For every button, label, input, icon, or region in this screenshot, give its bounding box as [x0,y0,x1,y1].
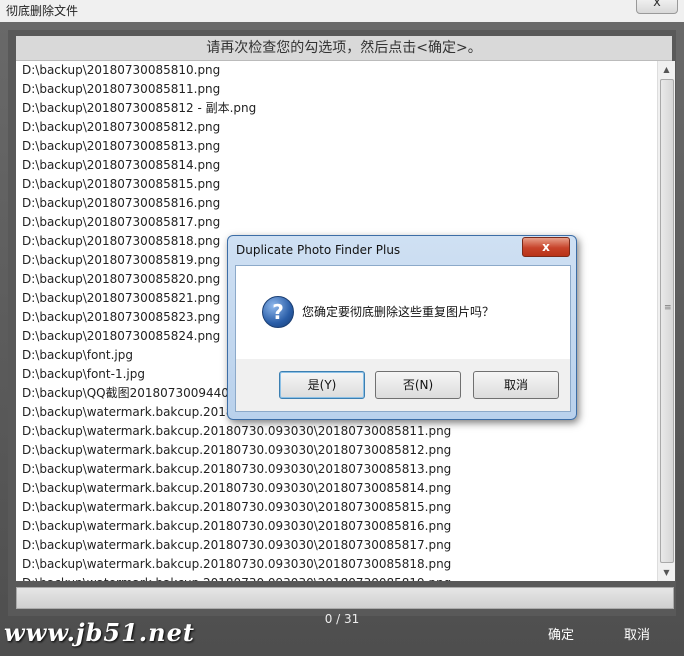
list-item[interactable]: D:\backup\watermark.bakcup.20180730.0930… [16,517,657,536]
instruction-header: 请再次检查您的勾选项，然后点击<确定>。 [16,36,672,61]
list-item[interactable]: D:\backup\20180730085815.png [16,175,657,194]
list-item[interactable]: D:\backup\watermark.bakcup.20180730.0930… [16,479,657,498]
list-item[interactable]: D:\backup\watermark.bakcup.20180730.0930… [16,555,657,574]
title-bar: 彻底删除文件 x [0,0,684,22]
progress-bar [16,587,674,609]
cancel-button[interactable]: 取消 [624,624,650,643]
question-icon: ? [262,296,294,328]
list-item[interactable]: D:\backup\watermark.bakcup.20180730.0930… [16,574,657,581]
scroll-down-icon[interactable]: ▼ [658,564,675,581]
yes-button[interactable]: 是(Y) [279,371,365,399]
scroll-thumb[interactable]: ≡ [660,79,674,563]
window-title: 彻底删除文件 [6,4,79,18]
list-item[interactable]: D:\backup\20180730085813.png [16,137,657,156]
list-item[interactable]: D:\backup\watermark.bakcup.20180730.0930… [16,441,657,460]
list-item[interactable]: D:\backup\watermark.bakcup.20180730.0930… [16,460,657,479]
list-item[interactable]: D:\backup\20180730085812 - 副本.png [16,99,657,118]
vertical-scrollbar[interactable]: ▲ ≡ ▼ [657,61,675,581]
scroll-up-icon[interactable]: ▲ [658,61,675,78]
grip-icon: ≡ [664,303,672,313]
list-item[interactable]: D:\backup\watermark.bakcup.20180730.0930… [16,498,657,517]
list-item[interactable]: D:\backup\20180730085814.png [16,156,657,175]
dialog-body: ? 您确定要彻底删除这些重复图片吗？ [235,265,571,361]
dialog-button-bar: 是(Y) 否(N) 取消 [235,359,571,412]
list-item[interactable]: D:\backup\20180730085816.png [16,194,657,213]
dialog-title: Duplicate Photo Finder Plus [236,243,401,257]
list-item[interactable]: D:\backup\watermark.bakcup.20180730.0930… [16,536,657,555]
dialog-message: 您确定要彻底删除这些重复图片吗？ [302,305,495,319]
list-item[interactable]: D:\backup\watermark.bakcup.20180730.0930… [16,422,657,441]
dialog-close-button[interactable]: x [522,237,570,257]
dialog-cancel-button[interactable]: 取消 [473,371,559,399]
watermark-text: www.jb51.net [4,618,195,647]
list-item[interactable]: D:\backup\20180730085812.png [16,118,657,137]
no-button[interactable]: 否(N) [375,371,461,399]
list-item[interactable]: D:\backup\20180730085817.png [16,213,657,232]
ok-button[interactable]: 确定 [548,624,574,643]
confirm-dialog: Duplicate Photo Finder Plus x ? 您确定要彻底删除… [227,235,577,420]
window-close-button[interactable]: x [636,0,678,14]
list-item[interactable]: D:\backup\20180730085811.png [16,80,657,99]
list-item[interactable]: D:\backup\20180730085810.png [16,61,657,80]
